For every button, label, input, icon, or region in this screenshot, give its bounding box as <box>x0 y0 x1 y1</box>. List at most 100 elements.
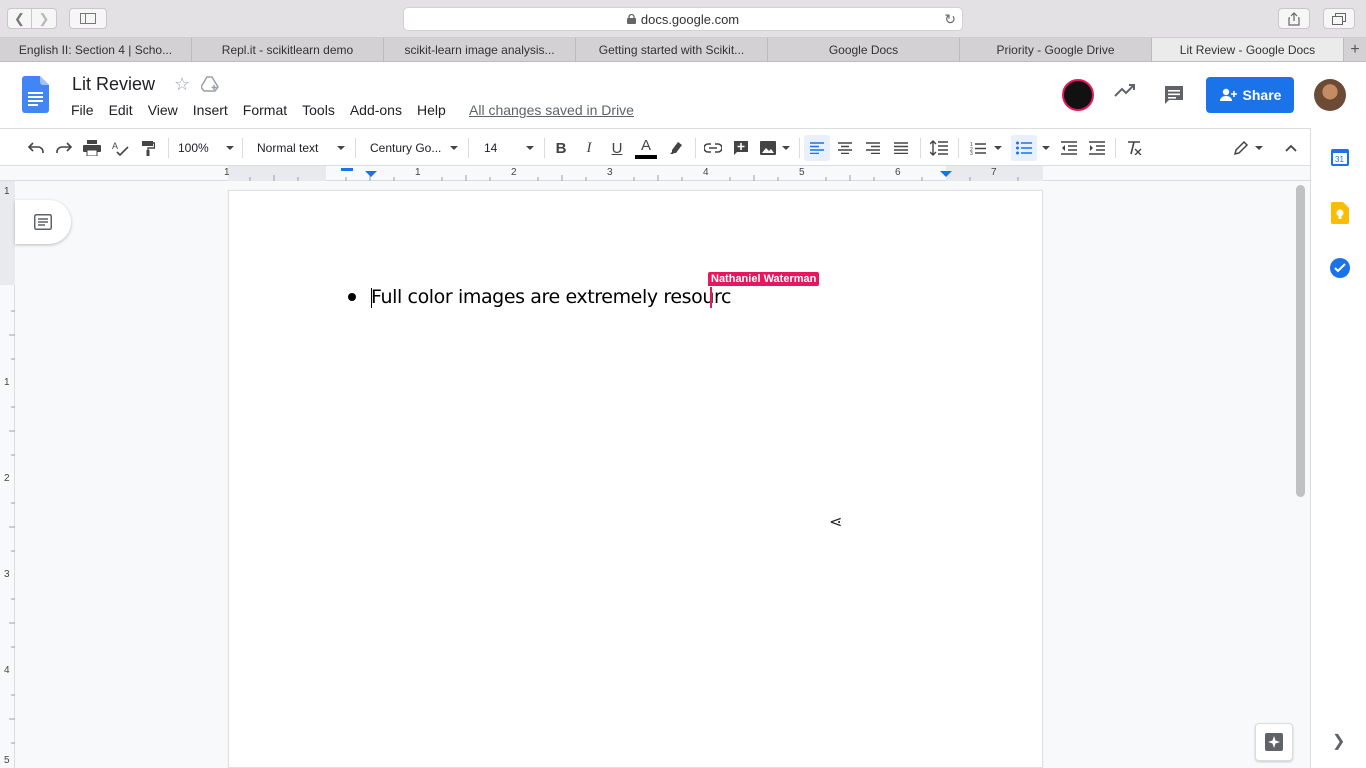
browser-tab[interactable]: scikit-learn image analysis... <box>384 38 576 61</box>
bullet-paragraph[interactable]: Full color images are extremely resourc <box>371 286 731 308</box>
collaborator-cursor-label: Nathaniel Waterman <box>708 272 820 286</box>
safari-share-button[interactable] <box>1278 8 1310 29</box>
hide-menus-icon[interactable] <box>1280 129 1302 167</box>
ruler-number: 5 <box>4 755 10 766</box>
calendar-icon[interactable]: 31 <box>1330 147 1350 167</box>
browser-tab-active[interactable]: Lit Review - Google Docs <box>1152 38 1344 61</box>
comment-history-icon[interactable] <box>1163 84 1185 106</box>
tab-label: Getting started with Scikit... <box>598 42 745 57</box>
underline-button[interactable]: U <box>605 129 629 167</box>
browser-tab[interactable]: Getting started with Scikit... <box>576 38 768 61</box>
numbered-list-icon[interactable]: 123 <box>966 129 1006 167</box>
redo-icon[interactable] <box>52 129 76 167</box>
align-right-icon[interactable] <box>861 129 885 167</box>
menu-tools[interactable]: Tools <box>302 102 335 118</box>
tab-label: scikit-learn image analysis... <box>404 42 555 57</box>
keep-icon[interactable] <box>1331 202 1349 224</box>
new-tab-button[interactable]: + <box>1344 38 1366 61</box>
back-button[interactable]: ❮ <box>7 8 32 29</box>
paint-format-icon[interactable] <box>136 129 160 167</box>
docs-header: Lit Review ☆ File Edit View Insert Forma… <box>0 62 1366 128</box>
nav-buttons: ❮ ❯ <box>7 8 57 29</box>
spellcheck-icon[interactable]: A <box>108 129 132 167</box>
side-panel: 31 <box>1310 128 1366 768</box>
toolbar-divider <box>958 138 959 158</box>
activity-dashboard-icon[interactable] <box>1114 84 1136 98</box>
bullet-options-caret-icon[interactable] <box>1039 129 1053 167</box>
justify-icon[interactable] <box>889 129 913 167</box>
toolbar-divider <box>920 138 921 158</box>
save-status-link[interactable]: All changes saved in Drive <box>469 102 634 118</box>
user-avatar[interactable] <box>1314 79 1346 111</box>
browser-tab[interactable]: Priority - Google Drive <box>960 38 1152 61</box>
expand-side-panel-icon[interactable]: ❯ <box>1332 731 1345 751</box>
menu-help[interactable]: Help <box>417 102 446 118</box>
menu-view[interactable]: View <box>148 102 178 118</box>
share-icon <box>1288 11 1300 26</box>
highlight-color-icon[interactable] <box>664 129 688 167</box>
vertical-scrollbar[interactable] <box>1296 185 1305 497</box>
editing-mode-icon[interactable] <box>1228 129 1268 167</box>
increase-indent-icon[interactable] <box>1085 129 1109 167</box>
toolbar-divider <box>355 138 356 158</box>
document-outline-button[interactable] <box>15 200 71 244</box>
menu-format[interactable]: Format <box>243 102 287 118</box>
tasks-icon[interactable] <box>1330 258 1350 278</box>
bold-button[interactable]: B <box>549 129 573 167</box>
horizontal-ruler[interactable]: 1 1 2 3 4 5 6 7 <box>0 166 1310 181</box>
share-button[interactable]: Share <box>1206 77 1294 113</box>
toolbar-divider <box>544 138 545 158</box>
align-center-icon[interactable] <box>833 129 857 167</box>
google-docs-logo-icon[interactable] <box>22 76 49 113</box>
insert-link-icon[interactable] <box>701 129 725 167</box>
collaborator-avatar[interactable] <box>1062 79 1094 111</box>
explore-icon <box>1265 733 1283 751</box>
tab-label: English II: Section 4 | Scho... <box>18 42 173 57</box>
menu-insert[interactable]: Insert <box>193 102 228 118</box>
ruler-number: 4 <box>703 167 709 178</box>
vertical-ruler[interactable]: 1 1 2 3 4 5 <box>0 181 15 768</box>
bulleted-list-icon[interactable] <box>1011 135 1037 161</box>
print-icon[interactable] <box>80 129 104 167</box>
document-page[interactable] <box>228 190 1043 768</box>
caret-down-icon <box>450 146 458 150</box>
italic-button[interactable]: I <box>577 129 601 167</box>
sidebar-toggle-button[interactable] <box>69 8 107 29</box>
move-to-folder-icon[interactable] <box>201 76 219 92</box>
forward-button[interactable]: ❯ <box>32 8 57 29</box>
list-bullet <box>348 293 356 301</box>
line-spacing-icon[interactable] <box>927 129 951 167</box>
align-left-icon[interactable] <box>804 135 830 161</box>
tab-label: Google Docs <box>828 42 899 57</box>
document-title[interactable]: Lit Review <box>72 74 155 95</box>
font-family-select[interactable]: Century Go... <box>370 129 458 167</box>
paragraph-style-select[interactable]: Normal text <box>257 129 345 167</box>
show-tabs-button[interactable] <box>1323 8 1355 29</box>
add-comment-icon[interactable] <box>729 129 753 167</box>
ruler-number: 2 <box>511 167 517 178</box>
undo-icon[interactable] <box>24 129 48 167</box>
browser-titlebar: ❮ ❯ docs.google.com ↻ <box>0 0 1366 38</box>
insert-image-icon[interactable] <box>757 129 793 167</box>
browser-tab[interactable]: Repl.it - scikitlearn demo <box>192 38 384 61</box>
clear-formatting-icon[interactable] <box>1122 129 1146 167</box>
font-size-select[interactable]: 14 <box>484 129 534 167</box>
decrease-indent-icon[interactable] <box>1057 129 1081 167</box>
menu-edit[interactable]: Edit <box>109 102 133 118</box>
explore-button[interactable] <box>1255 723 1293 761</box>
text-color-button[interactable]: A <box>633 129 659 167</box>
browser-tab[interactable]: English II: Section 4 | Scho... <box>0 38 192 61</box>
toolbar-divider <box>168 138 169 158</box>
reload-icon[interactable]: ↻ <box>944 11 956 28</box>
text-color-swatch <box>635 154 657 159</box>
outline-list-icon <box>34 214 52 230</box>
lock-icon <box>626 14 636 24</box>
menu-addons[interactable]: Add-ons <box>350 102 402 118</box>
ruler-number: 2 <box>4 473 10 484</box>
browser-tab[interactable]: Google Docs <box>768 38 960 61</box>
menu-file[interactable]: File <box>71 102 94 118</box>
address-bar[interactable]: docs.google.com ↻ <box>403 7 963 31</box>
chevron-left-icon: ❮ <box>14 10 25 26</box>
star-icon[interactable]: ☆ <box>174 74 190 95</box>
zoom-select[interactable]: 100% <box>178 129 234 167</box>
